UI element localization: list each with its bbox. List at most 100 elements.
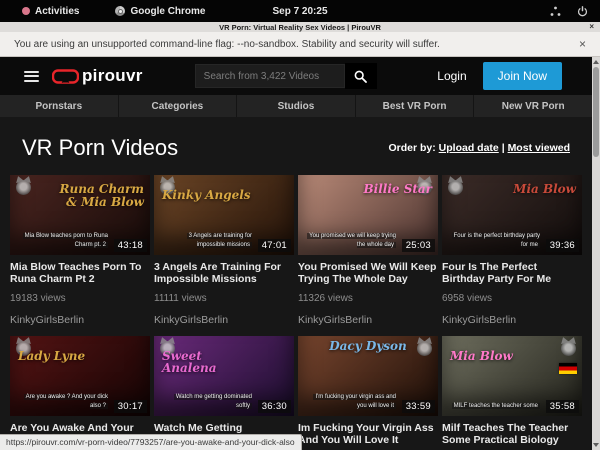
scrollbar-up-icon[interactable] [593, 60, 599, 64]
video-title-link[interactable]: 3 Angels Are Training For Impossible Mis… [154, 261, 294, 286]
tab-close-icon[interactable]: × [589, 22, 594, 32]
nav-item-best-vr-porn[interactable]: Best VR Porn [355, 95, 474, 117]
thumbnail-caption: Mia Blow teaches porn to Runa Charm pt. … [18, 232, 108, 250]
nav-item-categories[interactable]: Categories [118, 95, 237, 117]
video-thumbnail[interactable]: Mia Blow Four is the perfect birthday pa… [442, 175, 582, 255]
video-thumbnail[interactable]: Kinky Angels 3 Angels are training for i… [154, 175, 294, 255]
order-by-upload-date-link[interactable]: Upload date [439, 142, 499, 154]
site-logo[interactable]: pirouvr [52, 66, 143, 86]
duration-badge: 43:18 [114, 239, 147, 252]
duration-badge: 47:01 [258, 239, 291, 252]
network-icon[interactable] [550, 6, 561, 17]
nav-item-pornstars[interactable]: Pornstars [0, 95, 118, 117]
video-views: 19183 views [10, 293, 150, 304]
studio-mask-icon [561, 341, 576, 356]
activities-dot-icon [22, 7, 30, 15]
studio-link[interactable]: KinkyGirlsBerlin [442, 314, 582, 326]
chrome-warning-bar: You are using an unsupported command-lin… [0, 32, 600, 57]
video-title-link[interactable]: Im Fucking Your Virgin Ass And You Will … [298, 422, 438, 447]
thumbnail-caption: MILF teaches the teacher some [450, 402, 540, 411]
search-button[interactable] [345, 63, 377, 89]
vertical-scrollbar[interactable] [592, 57, 600, 450]
power-icon[interactable] [577, 6, 588, 17]
thumbnail-caption: I'm fucking your virgin ass and you will… [306, 393, 396, 411]
order-by-separator: | [502, 142, 505, 154]
status-url-bar: https://pirouvr.com/vr-porn-video/779325… [0, 434, 302, 450]
video-thumbnail[interactable]: Sweet Analena Watch me getting dominated… [154, 336, 294, 416]
thumbnail-caption: Four is the perfect birthday party for m… [450, 232, 540, 250]
activities-button[interactable]: Activities [22, 6, 79, 17]
video-thumbnail[interactable]: Dacy Dyson I'm fucking your virgin ass a… [298, 336, 438, 416]
thumbnail-caption: 3 Angels are training for impossible mis… [162, 232, 252, 250]
video-views: 11326 views [298, 293, 438, 304]
thumbnail-caption: You promised we will keep trying the who… [306, 232, 396, 250]
model-name-overlay: Billie Star [364, 183, 433, 196]
warning-close-icon[interactable]: × [579, 38, 586, 50]
search-icon [354, 70, 367, 83]
browser-tab-title: VR Porn: Virtual Reality Sex Videos | Pi… [219, 23, 381, 32]
system-top-bar: Activities Google Chrome Sep 7 20:25 [0, 0, 600, 22]
screen: { "system_bar": { "activities": "Activit… [0, 0, 600, 450]
login-link[interactable]: Login [437, 69, 466, 83]
video-thumbnail[interactable]: Billie Star You promised we will keep tr… [298, 175, 438, 255]
model-name-overlay: Dacy Dyson [319, 340, 417, 353]
order-by-controls: Order by: Upload date | Most viewed [388, 142, 570, 154]
thumbnail-caption: Are you awake ? And your dick also ? [18, 393, 108, 411]
duration-badge: 30:17 [114, 400, 147, 413]
warning-message: You are using an unsupported command-lin… [14, 39, 579, 50]
model-name-overlay: Sweet Analena [162, 350, 252, 375]
video-card: Mia Blow Four is the perfect birthday pa… [442, 175, 582, 326]
video-card: Lady Lyne Are you awake ? And your dick … [10, 336, 150, 450]
studio-mask-icon [448, 180, 463, 195]
video-thumbnail[interactable]: Mia Blow MILF teaches the teacher some 3… [442, 336, 582, 416]
search-bar [195, 63, 377, 89]
video-card: Runa Charm & Mia Blow Mia Blow teaches p… [10, 175, 150, 326]
scrollbar-thumb[interactable] [593, 67, 599, 157]
german-flag-icon [559, 363, 577, 374]
studio-link[interactable]: KinkyGirlsBerlin [10, 314, 150, 326]
page-heading-row: VR Porn Videos Order by: Upload date | M… [0, 117, 592, 167]
video-card: Kinky Angels 3 Angels are training for i… [154, 175, 294, 326]
model-name-overlay: Mia Blow [450, 350, 513, 363]
nav-item-new-vr-porn[interactable]: New VR Porn [473, 95, 592, 117]
browser-tab-strip: VR Porn: Virtual Reality Sex Videos | Pi… [0, 22, 600, 32]
duration-badge: 35:58 [546, 400, 579, 413]
order-by-most-viewed-link[interactable]: Most viewed [508, 142, 570, 154]
video-card: Sweet Analena Watch me getting dominated… [154, 336, 294, 450]
site-logo-text: pirouvr [82, 66, 143, 86]
video-thumbnail[interactable]: Runa Charm & Mia Blow Mia Blow teaches p… [10, 175, 150, 255]
studio-link[interactable]: KinkyGirlsBerlin [154, 314, 294, 326]
chrome-taskbar-item[interactable]: Google Chrome [115, 6, 205, 17]
model-name-overlay: Kinky Angels [162, 189, 251, 202]
thumbnail-caption: Watch me getting dominated softly [162, 393, 252, 411]
studio-link[interactable]: KinkyGirlsBerlin [298, 314, 438, 326]
scrollbar-down-icon[interactable] [593, 443, 599, 447]
duration-badge: 39:36 [546, 239, 579, 252]
video-card: Mia Blow MILF teaches the teacher some 3… [442, 336, 582, 450]
video-views: 6958 views [442, 293, 582, 304]
video-card: Billie Star You promised we will keep tr… [298, 175, 438, 326]
hamburger-menu-icon[interactable] [24, 71, 39, 82]
video-title-link[interactable]: Mia Blow Teaches Porn To Runa Charm Pt 2 [10, 261, 150, 286]
system-clock[interactable]: Sep 7 20:25 [0, 6, 600, 17]
video-views: 11111 views [154, 293, 294, 304]
studio-mask-icon [417, 341, 432, 356]
duration-badge: 36:30 [258, 400, 291, 413]
join-now-button[interactable]: Join Now [483, 62, 562, 90]
video-thumbnail[interactable]: Lady Lyne Are you awake ? And your dick … [10, 336, 150, 416]
page-viewport: pirouvr Login Join Now Pornstars Categor… [0, 57, 592, 450]
duration-badge: 33:59 [402, 400, 435, 413]
nav-item-studios[interactable]: Studios [236, 95, 355, 117]
video-title-link[interactable]: Four Is The Perfect Birthday Party For M… [442, 261, 582, 286]
main-nav: Pornstars Categories Studios Best VR Por… [0, 95, 592, 117]
activities-label: Activities [35, 6, 79, 17]
video-title-link[interactable]: You Promised We Will Keep Trying The Who… [298, 261, 438, 286]
order-by-label: Order by: [388, 142, 435, 154]
search-input[interactable] [195, 64, 345, 88]
studio-mask-icon [16, 180, 31, 195]
model-name-overlay: Lady Lyne [18, 350, 85, 363]
video-title-link[interactable]: Milf Teaches The Teacher Some Practical … [442, 422, 582, 447]
video-grid: Runa Charm & Mia Blow Mia Blow teaches p… [10, 175, 582, 450]
chrome-icon [115, 6, 125, 16]
chrome-label: Google Chrome [130, 6, 205, 17]
